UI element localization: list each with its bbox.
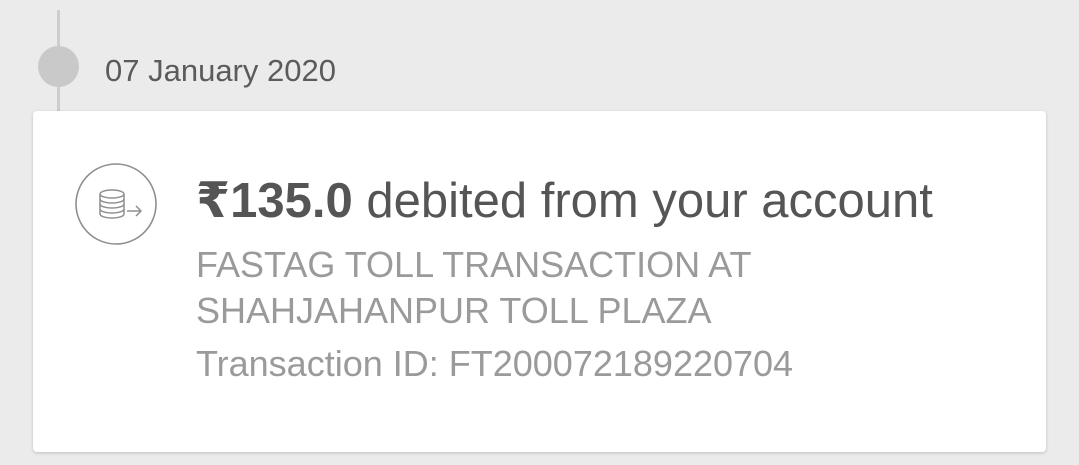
amount-line: ₹135.0 debited from your account [196,171,933,231]
coins-transfer-icon [75,163,157,245]
transaction-id-label: Transaction ID: [196,343,449,384]
transaction-card[interactable]: ₹135.0 debited from your account FASTAG … [33,111,1046,452]
debit-text: debited from your account [352,174,933,228]
debit-amount: ₹135.0 [196,174,353,228]
transaction-id: Transaction ID: FT200072189220704 [196,341,793,387]
transaction-description: FASTAG TOLL TRANSACTION AT SHAHJAHANPUR … [196,244,751,331]
timeline-dot [38,46,79,87]
date-label: 07 January 2020 [105,53,336,88]
transaction-id-value: FT200072189220704 [448,343,794,384]
